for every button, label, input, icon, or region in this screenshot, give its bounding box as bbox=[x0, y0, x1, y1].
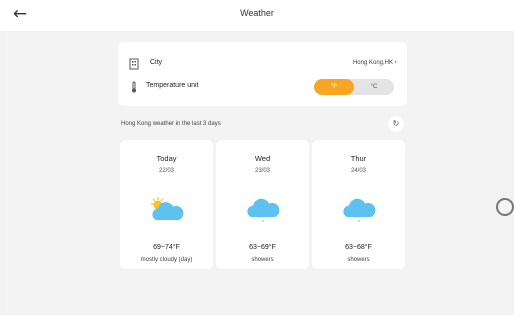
city-row[interactable]: City Hong Kong,HK › bbox=[118, 55, 407, 77]
building-icon bbox=[129, 58, 139, 70]
day-temperature: 63~69°F bbox=[249, 244, 276, 251]
forecast-section-title: Hong Kong weather in the last 3 days bbox=[121, 121, 221, 127]
temperature-unit-label: Temperature unit bbox=[146, 82, 199, 89]
temperature-unit-row: Temperature unit °F °C bbox=[118, 78, 407, 100]
temperature-unit-toggle[interactable]: °F °C bbox=[314, 79, 394, 95]
top-bar: ← Weather bbox=[0, 0, 514, 31]
page-title: Weather bbox=[240, 8, 274, 18]
chevron-right-icon: › bbox=[394, 58, 397, 66]
forecast-day-card: Wed 23/03 63~69°F showers bbox=[216, 140, 309, 269]
forecast-day-card: Today 22/03 69~74°F mostly cloudy (day) bbox=[120, 140, 213, 269]
day-temperature: 69~74°F bbox=[153, 244, 180, 251]
unit-celsius-option[interactable]: °C bbox=[354, 79, 394, 95]
day-name: Today bbox=[156, 154, 177, 163]
day-date: 23/03 bbox=[254, 168, 270, 174]
partly-cloudy-icon bbox=[151, 197, 184, 220]
thermometer-icon bbox=[129, 81, 139, 93]
day-date: 22/03 bbox=[158, 168, 174, 174]
day-description: showers bbox=[347, 257, 370, 263]
day-date: 24/03 bbox=[350, 168, 366, 174]
day-name: Wed bbox=[254, 154, 271, 163]
refresh-icon[interactable]: ↻ bbox=[388, 116, 404, 132]
floating-assistive-button[interactable] bbox=[496, 198, 514, 216]
day-name: Thur bbox=[350, 154, 367, 163]
showers-icon bbox=[247, 198, 280, 222]
city-value: Hong Kong,HK bbox=[352, 60, 393, 66]
forecast-day-card: Thur 24/03 63~68°F showers bbox=[312, 140, 405, 269]
day-temperature: 63~68°F bbox=[345, 244, 372, 251]
day-description: showers bbox=[251, 257, 274, 263]
day-description: mostly cloudy (day) bbox=[140, 257, 193, 263]
unit-fahrenheit-option[interactable]: °F bbox=[314, 79, 354, 95]
city-label: City bbox=[150, 59, 163, 66]
settings-card: City Hong Kong,HK › Temperature unit °F … bbox=[118, 42, 407, 106]
showers-icon bbox=[343, 198, 376, 222]
